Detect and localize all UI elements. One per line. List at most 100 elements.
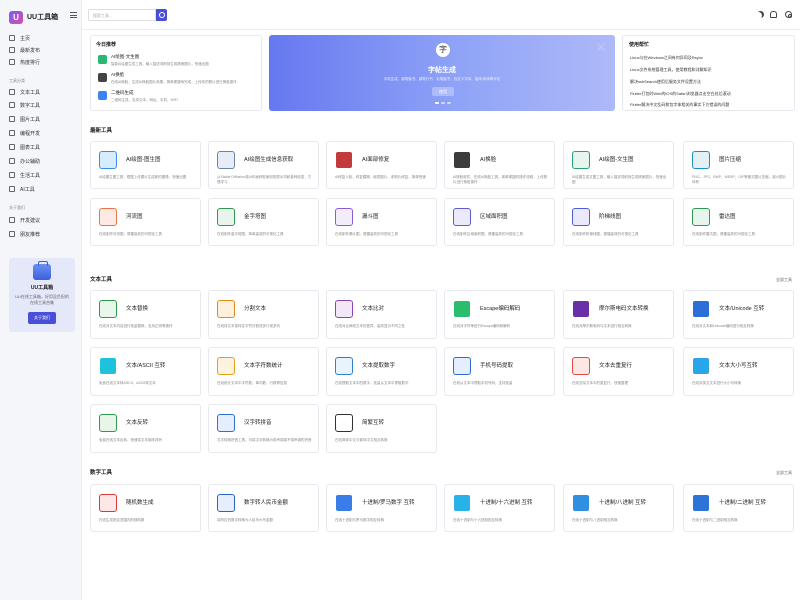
- office-icon: [9, 158, 15, 164]
- sidebar-item-suggest[interactable]: 开发建议: [9, 215, 75, 225]
- tool-card[interactable]: 区域面积图 在线制作区域面积图，便捷高效的可视化工具: [444, 198, 555, 246]
- tool-card[interactable]: 文本提取数字 在线提取文本中的数字，批量从文本中提取数字: [326, 347, 437, 396]
- help-link[interactable]: Flutter解决中文乱码和包字体相关的事实下方错误的问题: [630, 102, 790, 108]
- tool-name: 文本替换: [126, 306, 149, 312]
- tool-card[interactable]: AI换脸 AI换脸软件，在线AI换脸工具，简单便捷的操作流程，上传照片进行换脸操作: [444, 141, 555, 189]
- search-button[interactable]: [156, 9, 167, 21]
- tool-card[interactable]: 雷达图 在线制作雷达图，便捷高效的可视化工具: [683, 198, 794, 246]
- sidebar-item-dev[interactable]: 编程开发: [9, 128, 75, 138]
- gear-icon[interactable]: [785, 11, 792, 18]
- tool-card[interactable]: 十进制/二进制 互转 在线十进制与二进制相互转换: [683, 484, 794, 532]
- sidebar-item-image[interactable]: 图片工具: [9, 114, 75, 124]
- sidebar-item-chart[interactable]: 图表工具: [9, 142, 75, 152]
- tool-icon: [453, 494, 471, 512]
- sidebar-item-home[interactable]: 主页: [9, 33, 75, 43]
- ai-icon: [9, 186, 15, 192]
- tool-card[interactable]: 阶梯线图 在线制作阶梯线图，便捷高效的可视化工具: [563, 198, 674, 246]
- tool-icon: [335, 357, 353, 375]
- tool-card[interactable]: 简繁互转 在线简体中文与繁体中文相互转换: [326, 404, 437, 453]
- search-input[interactable]: 搜索工具...: [88, 9, 156, 21]
- tool-card[interactable]: 文本/ASCII 互转 免费在线文本转ASCII，ASCII转文本: [90, 347, 201, 396]
- more-link[interactable]: 全部工具: [776, 470, 792, 476]
- help-link[interactable]: Flutter打包时Web的iOS的Safari浏览器点击空白处后滚动: [630, 91, 790, 97]
- about-button[interactable]: 关于我们: [28, 312, 56, 324]
- sidebar-item-ai[interactable]: AI工具: [9, 184, 75, 194]
- banner-carousel[interactable]: ✕ 字 字帖生成 字帖生成，钢笔楷书、钢笔行书、毛笔楷书、自定义字体、楷体/宋体…: [269, 35, 615, 111]
- logo[interactable]: U UU工具箱: [9, 9, 79, 25]
- tool-card[interactable]: 分割文本 在线将文本按特定字符分割成多行或多列: [208, 290, 319, 339]
- tool-icon: [572, 357, 590, 375]
- tool-card[interactable]: 文本反转 免费在线文本反转，快速将文本倒序排列: [90, 404, 201, 453]
- tool-name: 数字转人民币金额: [244, 500, 289, 506]
- tool-card[interactable]: 文本替换 在线对文本内容进行批量替换，支持正则等操作: [90, 290, 201, 339]
- tool-card[interactable]: 文本字符数统计 在线统计文本中字符数、单词数、行数等信息: [208, 347, 319, 396]
- recommend-item[interactable]: 二维码生成 二维码生成，支持文本、网址、手机、WiFi: [98, 90, 261, 103]
- promo-card: UU工具箱 UU在线工具箱，好用没负担的在线工具合集 关于我们: [9, 258, 75, 332]
- code-icon: [9, 130, 15, 136]
- tool-card[interactable]: 文本去重复行 在线去除文本中的重复行，快速整理: [563, 347, 674, 396]
- sidebar-item-life[interactable]: 生活工具: [9, 170, 75, 180]
- help-title: 使用帮忙: [629, 42, 650, 48]
- recommend-item[interactable]: AI换脸 在线AI换脸，生成AI换脸图片效果，简单便捷地完成，上传你的照片进行换脸…: [98, 72, 261, 85]
- recommend-title: 今日推荐: [96, 42, 117, 48]
- number-icon: [9, 102, 15, 108]
- tool-card[interactable]: 金字塔图 在线制作金字塔图，简单高效的可视化工具: [208, 198, 319, 246]
- menu-collapse-icon[interactable]: [70, 12, 77, 18]
- bell-icon[interactable]: [770, 11, 777, 18]
- tool-icon: [99, 414, 117, 432]
- tool-card[interactable]: 手机号码提取 在线从文本中提取手机号码，支持批量: [444, 347, 555, 396]
- help-link[interactable]: 解决sshSearch使用后服务文件设置方法: [630, 79, 790, 85]
- tool-icon: [217, 300, 235, 318]
- tool-card[interactable]: 河流图 在线制作河流图，便捷高效的可视化工具: [90, 198, 201, 246]
- tool-card[interactable]: AI绘图-图生图 AI绘图生图工具，根据上传图片生成新的图像，快速出图: [90, 141, 201, 189]
- tool-name: 文本字符数统计: [244, 363, 283, 369]
- help-link[interactable]: Linux与在Windows之间有何异同及Rsync: [630, 55, 790, 61]
- sidebar-item-label: 图片工具: [20, 116, 41, 123]
- tool-name: 摩尔斯电码文本转换: [599, 306, 649, 312]
- tool-card[interactable]: AI面部修复 AI修复人脸，修复模糊、破损图片，老照片修复，简单快速: [326, 141, 437, 189]
- tool-card[interactable]: Escape编码解码 在线对字符串进行Escape编码和解码: [444, 290, 555, 339]
- carousel-dots[interactable]: [435, 102, 453, 104]
- tool-card[interactable]: 文本大小写互转 在线对英文文本进行大小写转换: [683, 347, 794, 396]
- tool-card[interactable]: 数字转人民币金额 将阿拉伯数字转换为人民币大写金额: [208, 484, 319, 532]
- tool-card[interactable]: 随机数生成 在线生成指定范围内的随机数: [90, 484, 201, 532]
- sidebar-item-latest[interactable]: 最新发布: [9, 45, 75, 55]
- tool-card[interactable]: AI绘图-文生图 AI绘图生成文图工具，输入描述词即刻生成精美图片，快速出图: [563, 141, 674, 189]
- recommend-item[interactable]: AI绘图·文生图 智能AI绘图生成工具，输入描述词即刻生成精美图片，快速出图: [98, 54, 261, 67]
- sidebar-item-text[interactable]: 文本工具: [9, 87, 75, 97]
- tool-card[interactable]: 摩尔斯电码文本转换在线对摩尔斯电码与文本进行相互转换: [563, 290, 674, 339]
- section-title-text: 文本工具: [90, 277, 113, 283]
- tool-card[interactable]: 图片压缩 PNG、JPG、BMP、WEBP、GIF等格式图片压缩，减小图片体积: [683, 141, 794, 189]
- tool-name: 文本提取数字: [362, 363, 396, 369]
- tool-icon: [335, 151, 353, 169]
- sidebar-item-friends[interactable]: 朋友推荐: [9, 229, 75, 239]
- tool-desc: 在线对摩尔斯电码与文本进行相互转换: [572, 324, 632, 328]
- tool-card[interactable]: 十进制/十六进制 互转 在线十进制与十六进制相互转换: [444, 484, 555, 532]
- carousel-dot[interactable]: [441, 102, 445, 104]
- sidebar-item-number[interactable]: 数字工具: [9, 100, 75, 110]
- suggest-icon: [9, 217, 15, 223]
- sidebar-item-hot[interactable]: 热度排行: [9, 57, 75, 67]
- tool-card[interactable]: 十进制/八进制 互转 在线十进制与八进制相互转换: [563, 484, 674, 532]
- banner-use-button[interactable]: 使用: [432, 87, 454, 96]
- more-link[interactable]: 全部工具: [776, 277, 792, 283]
- tool-card[interactable]: 汉字转拼音 汉字转换拼音工具，可将汉字转换为带声调或不带声调的拼音: [208, 404, 319, 453]
- carousel-dot[interactable]: [435, 102, 439, 104]
- sidebar-item-office[interactable]: 办公辅助: [9, 156, 75, 166]
- decoration-icon: ✕: [595, 39, 607, 55]
- tool-name: 文本去重复行: [599, 363, 633, 369]
- moon-icon[interactable]: [757, 11, 764, 18]
- tool-card[interactable]: 文本/Unicode 互转 在线对文本和Unicode编码进行相互转换: [683, 290, 794, 339]
- tool-desc: 在线对文本和Unicode编码进行相互转换: [692, 324, 754, 328]
- help-link[interactable]: Linux文件系统管理工具，使用教程和详解知识: [630, 67, 790, 73]
- tool-card[interactable]: 十进制/罗马数字 互转 在线十进制与罗马数字相互转换: [326, 484, 437, 532]
- fire-icon: [9, 59, 15, 65]
- promo-desc: UU在线工具箱，好用没负担的在线工具合集: [15, 294, 69, 305]
- tool-card[interactable]: AI绘图生成信息获取 从Stable Diffusion或AI作画获取使用的提示词…: [208, 141, 319, 189]
- carousel-dot[interactable]: [447, 102, 451, 104]
- tool-card[interactable]: 文本比对 在线对比两段文本的差异，高亮显示不同之处: [326, 290, 437, 339]
- tool-desc: 在线简体中文与繁体中文相互转换: [335, 438, 388, 442]
- banner-desc: 字帖生成，钢笔楷书、钢笔行书、毛笔楷书、自定义字体、楷体/宋体等字帖: [383, 77, 501, 81]
- tool-card[interactable]: 漏斗图 在线制作漏斗图，便捷高效的可视化工具: [326, 198, 437, 246]
- tool-icon: [572, 300, 590, 318]
